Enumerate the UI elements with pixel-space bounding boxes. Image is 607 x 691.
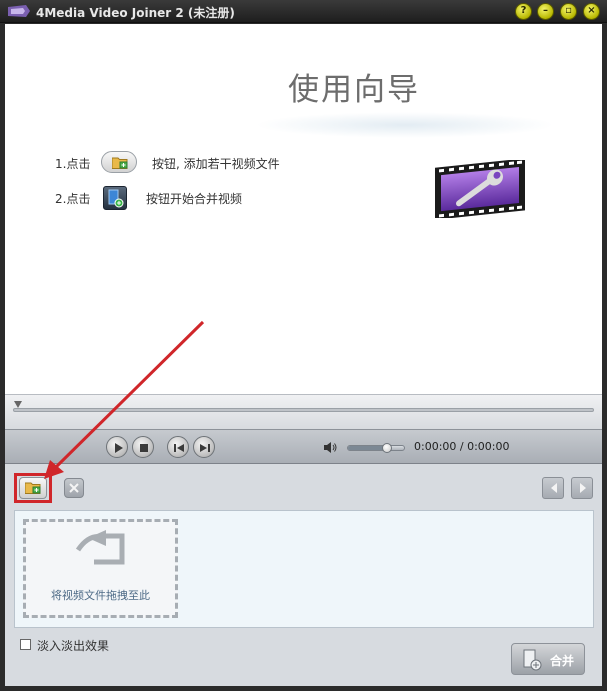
stop-icon <box>140 444 148 452</box>
close-icon <box>69 483 79 493</box>
delete-file-button[interactable] <box>64 478 84 498</box>
playback-controls: 0:00:00 / 0:00:00 <box>5 429 602 464</box>
drop-zone[interactable]: 将视频文件拖拽至此 <box>23 519 178 618</box>
merge-label: 合并 <box>550 654 575 668</box>
minimize-icon[interactable]: – <box>537 3 554 20</box>
film-tool-icon <box>435 160 525 218</box>
step-1-text: 按钮, 添加若干视频文件 <box>152 157 280 171</box>
merge-button-sample <box>103 186 127 210</box>
step-2-text: 按钮开始合并视频 <box>146 192 243 206</box>
app-logo-icon <box>8 5 30 17</box>
time-display: 0:00:00 / 0:00:00 <box>414 440 510 453</box>
fade-checkbox[interactable] <box>20 639 31 650</box>
file-list[interactable]: 将视频文件拖拽至此 <box>14 510 594 628</box>
next-icon <box>200 444 210 452</box>
import-arrow-icon <box>75 530 125 565</box>
window-title: 4Media Video Joiner 2 (未注册) <box>36 6 235 20</box>
preview-area: 使用向导 1.点击 按钮, 添加若干视频文件 2.点击 按钮开始合并视频 <box>5 24 602 394</box>
previous-button[interactable] <box>167 436 189 458</box>
merge-button[interactable]: 合并 <box>511 643 585 675</box>
add-file-button-sample <box>101 151 137 173</box>
close-icon[interactable]: × <box>583 3 600 20</box>
previous-icon <box>174 444 184 452</box>
timeline-track[interactable] <box>13 408 594 412</box>
main-window: 使用向导 1.点击 按钮, 添加若干视频文件 2.点击 按钮开始合并视频 0:0… <box>5 24 602 686</box>
title-bar: 4Media Video Joiner 2 (未注册) ? – ▫ × <box>0 0 607 23</box>
volume-icon[interactable] <box>323 441 338 454</box>
restore-icon[interactable]: ▫ <box>560 3 577 20</box>
stop-button[interactable] <box>132 436 154 458</box>
film-merge-icon <box>523 649 542 671</box>
step-2-label: 2.点击 <box>55 192 91 206</box>
guide-title: 使用向导 <box>288 72 420 108</box>
drop-zone-label: 将视频文件拖拽至此 <box>51 589 150 602</box>
file-toolbar <box>5 464 602 511</box>
play-icon <box>115 443 123 453</box>
step-1-label: 1.点击 <box>55 157 91 171</box>
annotation-highlight-box <box>14 473 52 503</box>
move-up-button[interactable] <box>542 477 564 499</box>
volume-slider[interactable] <box>347 443 405 453</box>
bottom-bar: 淡入淡出效果 合并 <box>5 628 602 686</box>
timeline-thumb[interactable] <box>14 401 22 408</box>
play-button[interactable] <box>106 436 128 458</box>
next-button[interactable] <box>193 436 215 458</box>
folder-add-icon <box>112 157 128 169</box>
volume-knob[interactable] <box>382 443 393 453</box>
arrow-right-icon <box>580 483 586 493</box>
move-down-button[interactable] <box>571 477 593 499</box>
arrow-left-icon <box>551 483 557 493</box>
help-icon[interactable]: ? <box>515 3 532 20</box>
title-glow <box>255 112 555 138</box>
timeline-bar <box>5 394 602 429</box>
film-merge-icon <box>108 189 124 208</box>
fade-label: 淡入淡出效果 <box>37 639 110 653</box>
